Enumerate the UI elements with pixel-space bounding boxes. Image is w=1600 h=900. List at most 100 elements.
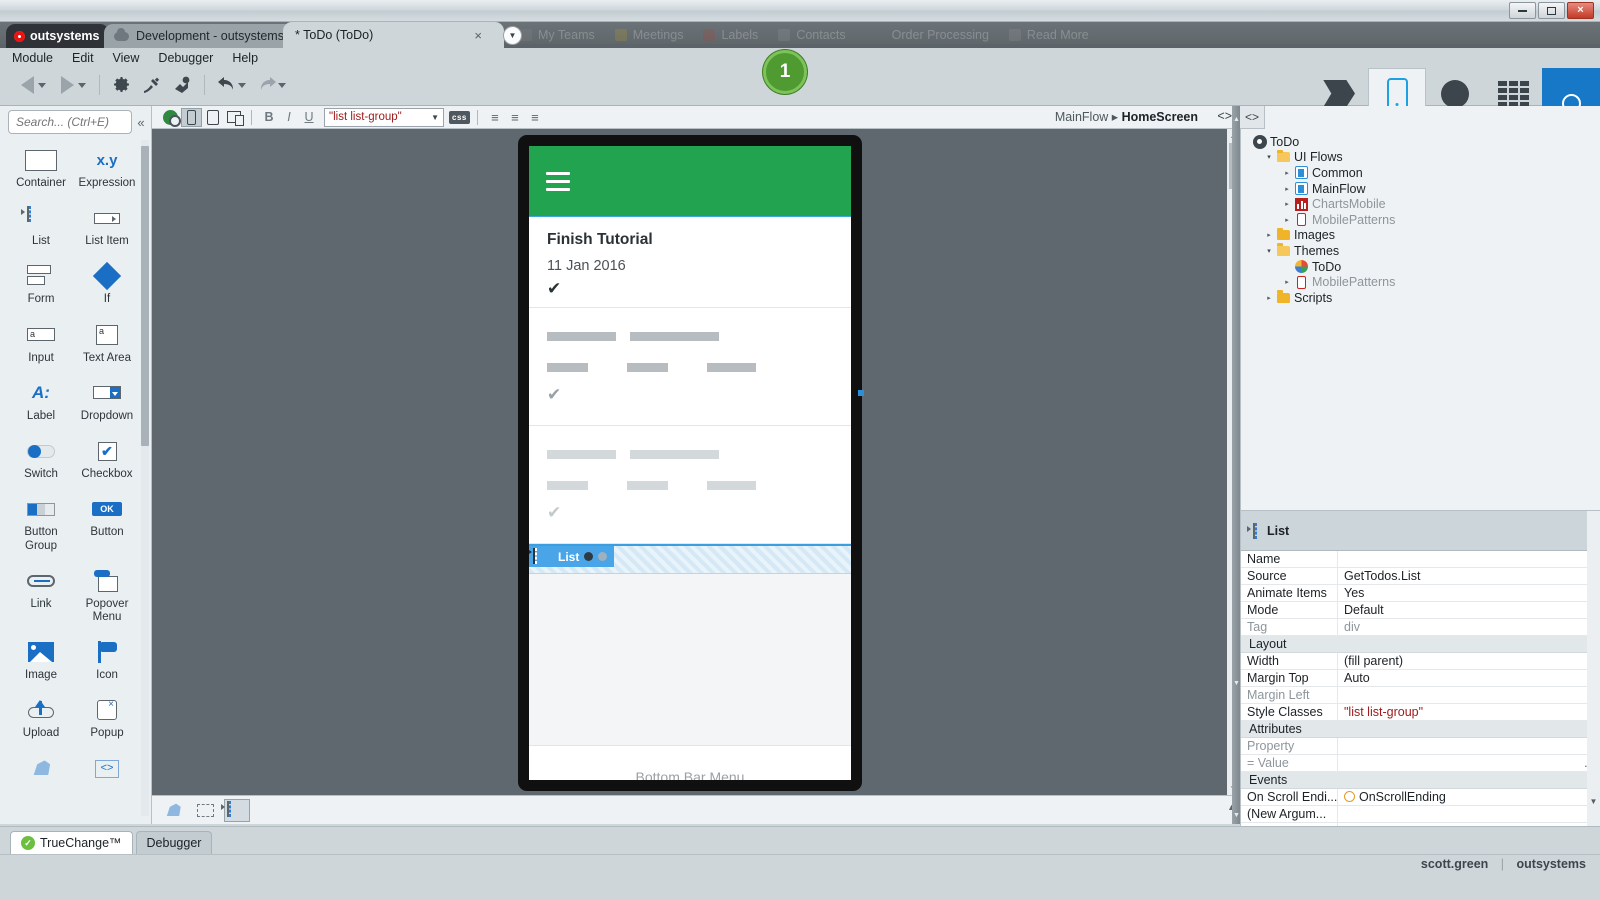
widget-expression[interactable]: x.yExpression <box>74 138 140 196</box>
property-value[interactable] <box>1337 551 1600 568</box>
list-item-row[interactable]: ✔ <box>529 308 851 426</box>
chevron-right-icon[interactable]: ▸ <box>1281 169 1293 177</box>
property-row-margin-top[interactable]: Margin TopAuto <box>1241 670 1600 687</box>
list-widget-button[interactable] <box>224 799 250 822</box>
tab-environment[interactable]: Development - outsystems <box>104 24 294 48</box>
right-gutter-scroll-down[interactable]: ▼ <box>1233 680 1240 687</box>
design-canvas[interactable]: Finish Tutorial 11 Jan 2016 ✔ ✔ <box>152 129 1240 795</box>
tree-node-mainflow[interactable]: ▸ MainFlow <box>1249 181 1579 197</box>
tree-node-theme-mobilepatterns[interactable]: ▸ MobilePatterns <box>1249 274 1579 290</box>
property-row-animate-items[interactable]: Animate ItemsYes <box>1241 585 1600 602</box>
code-view-toggle[interactable]: <> <box>1217 109 1232 123</box>
widget-input[interactable]: aInput <box>8 313 74 371</box>
scroll-down-icon[interactable]: ▼ <box>1589 797 1598 806</box>
property-row-margin-left[interactable]: Margin Left <box>1241 687 1600 704</box>
property-row-on-scroll-ending[interactable]: On Scroll Endi...OnScrollEnding <box>1241 789 1600 806</box>
tab-list-dropdown-button[interactable]: ▼ <box>503 26 522 45</box>
chevron-right-icon[interactable]: ▸ <box>1281 200 1293 208</box>
widget-html[interactable]: <> <box>74 747 140 790</box>
empty-content-area[interactable] <box>529 574 851 746</box>
property-row-new-argument[interactable]: (New Argum... <box>1241 806 1600 823</box>
device-phone-button[interactable] <box>181 108 202 127</box>
widget-switch[interactable]: Switch <box>8 429 74 487</box>
menu-item-debugger[interactable]: Debugger <box>158 51 213 65</box>
widget-icon[interactable]: Icon <box>74 630 140 688</box>
right-gutter-scroll-up[interactable]: ▲ <box>1233 116 1240 123</box>
property-value[interactable]: Default <box>1337 602 1600 619</box>
widget-list[interactable]: List <box>8 196 74 254</box>
property-value[interactable]: div <box>1337 619 1600 636</box>
undo-dropdown-icon[interactable] <box>238 83 246 88</box>
widget-popup[interactable]: Popup <box>74 688 140 746</box>
preview-in-browser-button[interactable] <box>160 108 181 127</box>
widget-text-area[interactable]: aText Area <box>74 313 140 371</box>
property-value[interactable] <box>1337 687 1600 704</box>
widget-extension[interactable]: ☗ <box>8 747 74 790</box>
widget-button-group[interactable]: Button Group <box>8 487 74 558</box>
widget-form[interactable]: Form <box>8 254 74 312</box>
tree-node-common[interactable]: ▸ Common <box>1249 165 1579 181</box>
property-row-source[interactable]: SourceGetTodos.List <box>1241 568 1600 585</box>
settings-button[interactable] <box>107 70 137 100</box>
check-icon[interactable]: ✔ <box>547 386 833 403</box>
widget-popover-menu[interactable]: Popover Menu <box>74 559 140 630</box>
minimize-button[interactable] <box>1509 2 1536 19</box>
resize-handle[interactable] <box>858 390 864 396</box>
tree-node-theme-todo[interactable]: ToDo <box>1249 259 1579 275</box>
property-value[interactable]: OnScrollEnding <box>1337 789 1600 806</box>
widget-upload[interactable]: Upload <box>8 688 74 746</box>
widget-checkbox[interactable]: ✔Checkbox <box>74 429 140 487</box>
property-value[interactable]: Auto <box>1337 670 1600 687</box>
property-row-mode[interactable]: ModeDefault <box>1241 602 1600 619</box>
tab-outsystems-brand[interactable]: outsystems <box>6 24 109 48</box>
chevron-right-icon[interactable]: ▸ <box>1281 278 1293 286</box>
bold-button[interactable]: B <box>259 110 279 124</box>
property-value[interactable]: GetTodos.List <box>1337 568 1600 585</box>
align-center-button[interactable]: ≡ <box>505 110 525 125</box>
widget-label[interactable]: A:Label <box>8 371 74 429</box>
tree-node-mobilepatterns-flow[interactable]: ▸ MobilePatterns <box>1249 212 1579 228</box>
app-header-bar[interactable] <box>529 146 851 217</box>
chevron-right-icon[interactable]: ▸ <box>1263 294 1275 302</box>
one-click-publish-button[interactable] <box>167 70 197 100</box>
extension-widget-button[interactable]: ☗ <box>160 799 186 822</box>
widget-container[interactable]: Container <box>8 138 74 196</box>
widget-if[interactable]: If <box>74 254 140 312</box>
property-value[interactable]: (fill parent) <box>1337 653 1600 670</box>
align-right-button[interactable]: ≡ <box>525 110 545 125</box>
tree-node-images[interactable]: ▸ Images <box>1249 228 1579 244</box>
menu-item-edit[interactable]: Edit <box>72 51 94 65</box>
menu-item-help[interactable]: Help <box>232 51 258 65</box>
redo-dropdown-icon[interactable] <box>278 83 286 88</box>
property-value[interactable] <box>1337 806 1600 823</box>
widget-list-item[interactable]: List Item <box>74 196 140 254</box>
widget-button[interactable]: OKButton <box>74 487 140 558</box>
tree-node-scripts[interactable]: ▸ Scripts <box>1249 290 1579 306</box>
property-row-attribute-value[interactable]: = Value... <box>1241 755 1600 772</box>
properties-scrollbar-track[interactable]: ▼ ▲ <box>1587 511 1600 856</box>
property-value[interactable] <box>1337 738 1600 755</box>
maximize-button[interactable] <box>1538 2 1565 19</box>
property-row-style-classes[interactable]: Style Classes"list list-group" <box>1241 704 1600 721</box>
tab-truechange[interactable]: ✓ TrueChange™ <box>10 831 133 854</box>
close-button[interactable]: × <box>1567 2 1594 19</box>
chevron-down-icon[interactable]: ▾ <box>1263 153 1275 161</box>
device-tablet-button[interactable] <box>202 108 223 127</box>
chevron-down-icon[interactable]: ▾ <box>1263 247 1275 255</box>
menu-item-module[interactable]: Module <box>12 51 53 65</box>
chevron-right-icon[interactable]: ▸ <box>1263 231 1275 239</box>
close-tab-icon[interactable]: × <box>474 28 482 43</box>
publish-button[interactable] <box>137 70 167 100</box>
tree-node-ui-flows[interactable]: ▾ UI Flows <box>1249 150 1579 166</box>
list-item-row[interactable]: Finish Tutorial 11 Jan 2016 ✔ <box>529 217 851 308</box>
placeholder-widget-button[interactable] <box>192 799 218 822</box>
css-button[interactable]: css <box>449 111 470 124</box>
phone-screen[interactable]: Finish Tutorial 11 Jan 2016 ✔ ✔ <box>529 146 851 780</box>
widget-image[interactable]: Image <box>8 630 74 688</box>
tab-debugger[interactable]: Debugger <box>136 831 213 854</box>
tree-node-chartsmobile[interactable]: ▸ ChartsMobile <box>1249 196 1579 212</box>
property-row-name[interactable]: Name <box>1241 551 1600 568</box>
property-row-attribute-property[interactable]: Property <box>1241 738 1600 755</box>
tree-node-themes[interactable]: ▾ Themes <box>1249 243 1579 259</box>
selected-widget-band[interactable]: List <box>529 544 851 574</box>
